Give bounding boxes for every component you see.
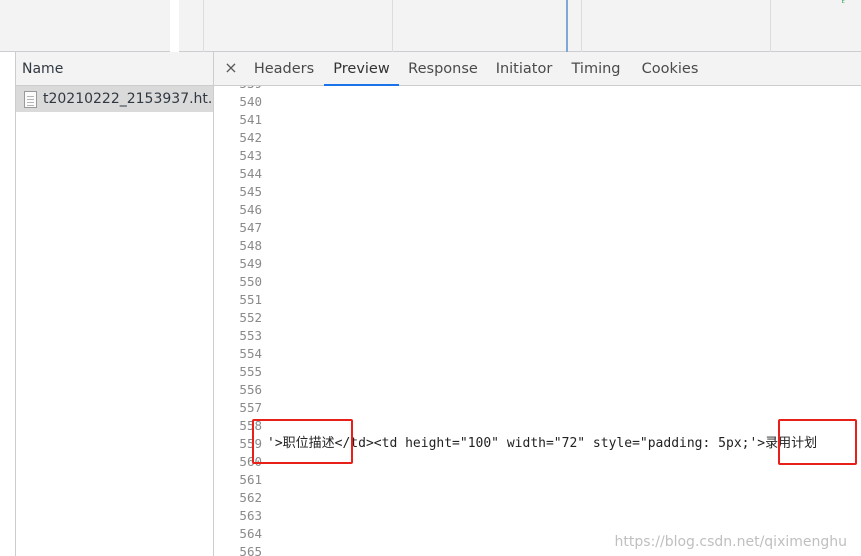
overview-divider	[770, 0, 771, 52]
line-number: 564	[239, 526, 262, 541]
line-number: 551	[239, 292, 262, 307]
line-number: 555	[239, 364, 262, 379]
tab-headers[interactable]: Headers	[248, 52, 320, 86]
overview-corner-mark: ᴱ	[840, 0, 846, 9]
line-number: 562	[239, 490, 262, 505]
network-overview: ᴱ	[0, 0, 861, 52]
line-number: 556	[239, 382, 262, 397]
overview-divider	[392, 0, 393, 52]
highlight-box-position-description	[252, 419, 353, 464]
request-list: Name t20210222_2153937.ht...	[15, 52, 214, 556]
line-number: 549	[239, 256, 262, 271]
left-margin	[0, 52, 15, 556]
line-number: 550	[239, 274, 262, 289]
line-number: 544	[239, 166, 262, 181]
overview-gap	[170, 0, 179, 52]
line-number: 563	[239, 508, 262, 523]
overview-divider	[581, 0, 582, 52]
line-number-gutter: 539540 541 542 543 544 545 546 547 548 549 550 551 5…	[214, 86, 264, 556]
line-number: 541	[239, 112, 262, 127]
line-number: 561	[239, 472, 262, 487]
line-number: 539	[214, 86, 262, 93]
tab-initiator[interactable]: Initiator	[492, 52, 556, 86]
overview-divider	[203, 0, 204, 52]
request-name: t20210222_2153937.ht...	[43, 91, 213, 107]
tab-response[interactable]: Response	[403, 52, 483, 86]
preview-source-view[interactable]: 539540 541 542 543 544 545 546 547 548 549 550 551 5…	[214, 86, 861, 556]
detail-tabbar: × Headers Preview Response Initiator Tim…	[214, 52, 861, 86]
line-number: 547	[239, 220, 262, 235]
request-detail-panel: × Headers Preview Response Initiator Tim…	[214, 52, 861, 556]
line-number: 552	[239, 310, 262, 325]
close-icon[interactable]: ×	[224, 52, 238, 86]
tab-timing[interactable]: Timing	[566, 52, 626, 86]
tab-cookies[interactable]: Cookies	[638, 52, 702, 86]
name-column-header[interactable]: Name	[16, 52, 213, 86]
request-row-selected[interactable]: t20210222_2153937.ht...	[16, 86, 213, 112]
dom-content-loaded-marker	[566, 0, 568, 52]
line-number: 557	[239, 400, 262, 415]
line-number: 543	[239, 148, 262, 163]
line-number: 540	[239, 94, 262, 109]
tab-preview[interactable]: Preview	[324, 52, 399, 86]
watermark: https://blog.csdn.net/qiximenghu	[614, 534, 847, 550]
line-number: 565	[239, 544, 262, 556]
highlight-box-hiring-plan	[778, 419, 857, 465]
line-number: 548	[239, 238, 262, 253]
line-number: 553	[239, 328, 262, 343]
line-number: 545	[239, 184, 262, 199]
line-number: 554	[239, 346, 262, 361]
line-number: 546	[239, 202, 262, 217]
line-number: 542	[239, 130, 262, 145]
document-icon	[24, 90, 37, 108]
